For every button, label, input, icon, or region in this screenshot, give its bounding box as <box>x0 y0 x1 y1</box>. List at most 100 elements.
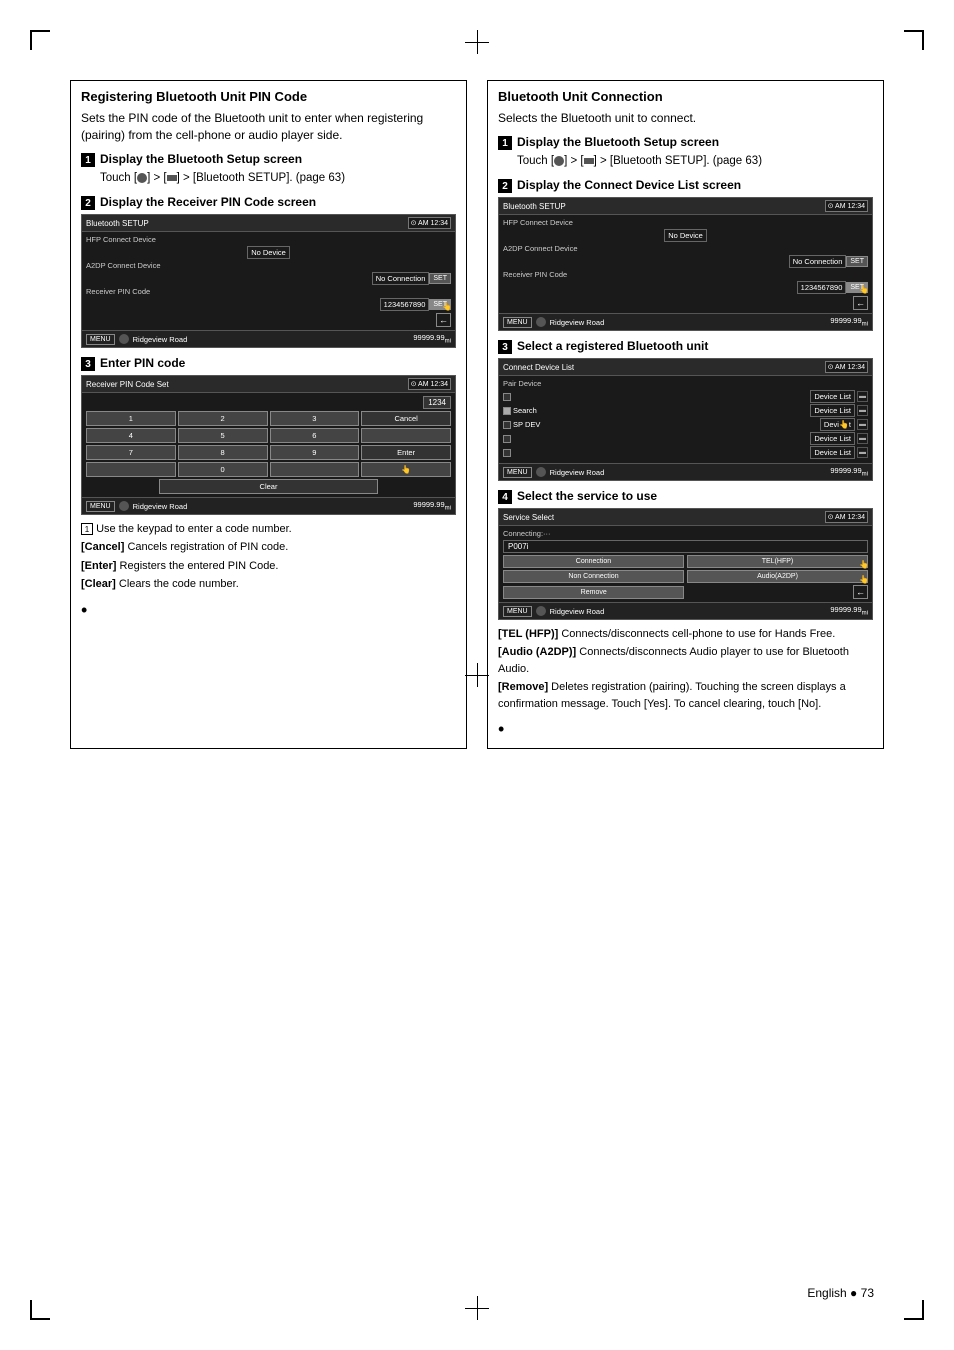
service-row2: Non Connection Audio(A2DP) 👆 <box>503 570 868 583</box>
left-section-title: Registering Bluetooth Unit PIN Code <box>81 89 456 104</box>
screen3-display: 1234 <box>423 396 451 409</box>
screen2-hfp-value: No Device <box>247 246 290 259</box>
r-screen2-pin-val-row: 1234567890 SET 👆 <box>503 281 868 294</box>
screen2-a2dp-val-row: No Connection SET <box>86 272 451 285</box>
key-2[interactable]: 2 <box>178 411 268 426</box>
device-list0[interactable]: Device List <box>810 390 855 403</box>
key-8[interactable]: 8 <box>178 445 268 460</box>
right-section-desc: Selects the Bluetooth unit to connect. <box>498 110 873 127</box>
r-screen3-menu[interactable]: MENU <box>503 467 532 478</box>
r-screen3-title: Connect Device List <box>503 363 574 372</box>
device-row-sp: SP DEV Devi👆t ▬ <box>503 418 868 431</box>
device-name: P007i <box>503 540 868 553</box>
r-screen2-footer: MENU Ridgeview Road 99999.99mi <box>499 313 872 330</box>
device-list3[interactable]: Device List <box>810 432 855 445</box>
r-screen2-price: 99999.99mi <box>830 316 868 328</box>
page-content: Registering Bluetooth Unit PIN Code Sets… <box>70 80 884 1270</box>
connection-btn[interactable]: Connection <box>503 555 684 568</box>
left-step3-num: 3 <box>81 357 95 371</box>
right-step3-title: Select a registered Bluetooth unit <box>517 339 708 353</box>
remove-btn[interactable]: Remove <box>503 586 684 599</box>
device-btn4[interactable]: ▬ <box>857 447 868 458</box>
corner-mark-bl <box>30 1300 50 1320</box>
screen3-menu[interactable]: MENU <box>86 501 115 512</box>
left-step2-title: Display the Receiver PIN Code screen <box>100 195 316 209</box>
keypad-grid: 1 2 3 Cancel 4 5 6 7 8 9 Enter 0 <box>86 411 451 477</box>
r-screen2-hfp-val-row: No Device <box>503 229 868 242</box>
desc-item-tel: [TEL (HFP)] Connects/disconnects cell-ph… <box>498 626 873 643</box>
r-screen2-body: HFP Connect Device No Device A2DP Connec… <box>499 215 872 313</box>
r-screen4-price: 99999.99mi <box>830 605 868 617</box>
device-search-label: Search <box>513 406 808 415</box>
r-screen2-a2dp-row: A2DP Connect Device <box>503 244 868 253</box>
device-btn0[interactable]: ▬ <box>857 391 868 402</box>
key-clear[interactable]: Clear <box>159 479 378 494</box>
left-section-desc: Sets the PIN code of the Bluetooth unit … <box>81 110 456 144</box>
r-screen2-hfp-row: HFP Connect Device <box>503 218 868 227</box>
key-1[interactable]: 1 <box>86 411 176 426</box>
screen2-footer: MENU Ridgeview Road 99999.99mi <box>82 330 455 347</box>
key-enter[interactable]: Enter <box>361 445 451 460</box>
r-screen2-pin-btn[interactable]: SET 👆 <box>846 282 868 293</box>
r-screen3-arrow-icon <box>536 467 546 477</box>
screen2-menu[interactable]: MENU <box>86 334 115 345</box>
r-screen4-back-btn[interactable]: ← <box>853 585 868 599</box>
r-screen2-pin-label: Receiver PIN Code <box>503 270 567 279</box>
right-step1-body: Touch [] > [] > [Bluetooth SETUP]. (page… <box>517 153 873 170</box>
tel-btn[interactable]: TEL(HFP) 👆 <box>687 555 868 568</box>
r-screen2-titlebar: Bluetooth SETUP ⊙ AM 12:34 <box>499 198 872 215</box>
device-list-sp[interactable]: Devi👆t <box>820 418 855 431</box>
key-0[interactable]: 0 <box>178 462 268 477</box>
r-screen3-titlebar: Connect Device List ⊙ AM 12:34 <box>499 359 872 376</box>
device-btn-search[interactable]: ▬ <box>857 405 868 416</box>
corner-mark-br <box>904 1300 924 1320</box>
screen2-hfp-row: HFP Connect Device <box>86 235 451 244</box>
check0 <box>503 393 511 401</box>
screen3-title: Receiver PIN Code Set <box>86 380 169 389</box>
device-list4[interactable]: Device List <box>810 446 855 459</box>
audio-btn[interactable]: Audio(A2DP) 👆 <box>687 570 868 583</box>
left-step3-screen: Receiver PIN Code Set ⊙ AM 12:34 1234 1 … <box>81 375 456 515</box>
device-row-3: Device List ▬ <box>503 432 868 445</box>
device-btn-sp[interactable]: ▬ <box>857 419 868 430</box>
key-empty1 <box>361 428 451 443</box>
screen2-back-btn[interactable]: ← <box>436 313 451 327</box>
icon-arrow <box>167 175 177 181</box>
r-screen2-menu[interactable]: MENU <box>503 317 532 328</box>
r-screen4-device: P007i <box>503 540 868 553</box>
screen2-pin-btn[interactable]: SET 👆 <box>429 299 451 310</box>
device-row-search: Search Device List ▬ <box>503 404 868 417</box>
key-9[interactable]: 9 <box>270 445 360 460</box>
r-screen2-back-btn[interactable]: ← <box>853 296 868 310</box>
key-7[interactable]: 7 <box>86 445 176 460</box>
right-step1-title: Display the Bluetooth Setup screen <box>517 135 719 149</box>
left-column: Registering Bluetooth Unit PIN Code Sets… <box>70 80 467 749</box>
r-screen3-body: Pair Device Device List ▬ Search Device … <box>499 376 872 463</box>
right-column: Bluetooth Unit Connection Selects the Bl… <box>487 80 884 749</box>
r-screen2-clock: ⊙ AM 12:34 <box>825 200 868 212</box>
left-step1-title: Display the Bluetooth Setup screen <box>100 152 302 166</box>
key-6[interactable]: 6 <box>270 428 360 443</box>
r-screen4-menu[interactable]: MENU <box>503 606 532 617</box>
right-step4-header: 4 Select the service to use <box>498 489 873 505</box>
device-list-search[interactable]: Device List <box>810 404 855 417</box>
right-step3-header: 3 Select a registered Bluetooth unit <box>498 339 873 355</box>
r-screen4-road: Ridgeview Road <box>550 607 827 616</box>
non-connection-btn[interactable]: Non Connection <box>503 570 684 583</box>
key-4[interactable]: 4 <box>86 428 176 443</box>
left-step1-num: 1 <box>81 153 95 167</box>
right-step4-title: Select the service to use <box>517 489 657 503</box>
r-screen4-titlebar: Service Select ⊙ AM 12:34 <box>499 509 872 526</box>
right-step1-num: 1 <box>498 136 512 150</box>
key-3[interactable]: 3 <box>270 411 360 426</box>
screen3-titlebar: Receiver PIN Code Set ⊙ AM 12:34 <box>82 376 455 393</box>
key-5[interactable]: 5 <box>178 428 268 443</box>
device-btn3[interactable]: ▬ <box>857 433 868 444</box>
r-screen2-a2dp-btn[interactable]: SET <box>846 256 868 267</box>
r-screen3-price: 99999.99mi <box>830 466 868 478</box>
key-cancel[interactable]: Cancel <box>361 411 451 426</box>
screen2-hfp-val-row: No Device <box>86 246 451 259</box>
screen2-a2dp-row: A2DP Connect Device <box>86 261 451 270</box>
r-screen4-connecting: Connecting:··· <box>503 529 868 538</box>
screen2-a2dp-btn[interactable]: SET <box>429 273 451 284</box>
